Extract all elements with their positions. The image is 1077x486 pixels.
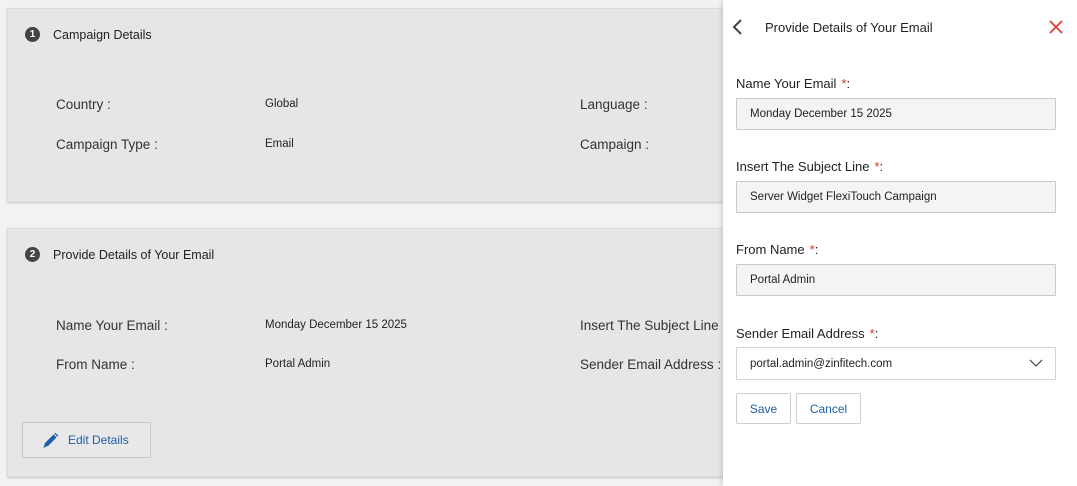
subject-line-field-label: Insert The Subject Line *: — [736, 159, 884, 174]
step-number-1: 1 — [25, 27, 40, 42]
name-email-input[interactable] — [736, 98, 1056, 130]
card-title: Campaign Details — [53, 27, 152, 42]
edit-details-label: Edit Details — [68, 433, 129, 447]
close-icon[interactable] — [1049, 20, 1063, 34]
campaign-label: Campaign : — [580, 137, 650, 152]
sender-email-field-label: Sender Email Address *: — [736, 326, 879, 341]
step-number-2: 2 — [25, 247, 40, 262]
cancel-button[interactable]: Cancel — [796, 393, 861, 424]
chevron-left-icon[interactable] — [731, 18, 745, 36]
country-label: Country : — [56, 97, 111, 112]
campaign-details-card: 1 Campaign Details Country : Global Camp… — [7, 8, 777, 202]
from-name-input[interactable] — [736, 264, 1056, 296]
sender-email-select[interactable]: portal.admin@zinfitech.com — [736, 347, 1056, 380]
email-details-drawer: Provide Details of Your Email Name Your … — [723, 0, 1077, 486]
sender-email-selected-value: portal.admin@zinfitech.com — [750, 357, 893, 370]
language-label: Language : — [580, 97, 648, 112]
name-email-label: Name Your Email : — [56, 318, 168, 333]
campaign-type-label: Campaign Type : — [56, 137, 158, 152]
campaign-details-header: 1 Campaign Details — [25, 27, 152, 42]
from-name-value: Portal Admin — [265, 358, 331, 370]
from-name-field-label: From Name *: — [736, 242, 819, 257]
sender-email-label: Sender Email Address : — [580, 357, 722, 372]
pencil-icon — [43, 432, 59, 448]
country-value: Global — [265, 98, 299, 110]
edit-details-button[interactable]: Edit Details — [22, 422, 151, 458]
subject-line-label: Insert The Subject Line — [580, 318, 719, 333]
email-details-card: 2 Provide Details of Your Email Name You… — [7, 228, 777, 477]
name-email-value: Monday December 15 2025 — [265, 319, 407, 331]
name-email-field-label: Name Your Email *: — [736, 76, 851, 91]
email-details-header: 2 Provide Details of Your Email — [25, 247, 214, 262]
drawer-title: Provide Details of Your Email — [765, 20, 933, 35]
save-button[interactable]: Save — [736, 393, 791, 424]
campaign-type-value: Email — [265, 138, 294, 150]
subject-line-input[interactable] — [736, 181, 1056, 213]
from-name-label: From Name : — [56, 357, 135, 372]
drawer-header: Provide Details of Your Email — [723, 0, 1077, 56]
card-title: Provide Details of Your Email — [53, 247, 215, 262]
chevron-down-icon — [1029, 359, 1043, 367]
